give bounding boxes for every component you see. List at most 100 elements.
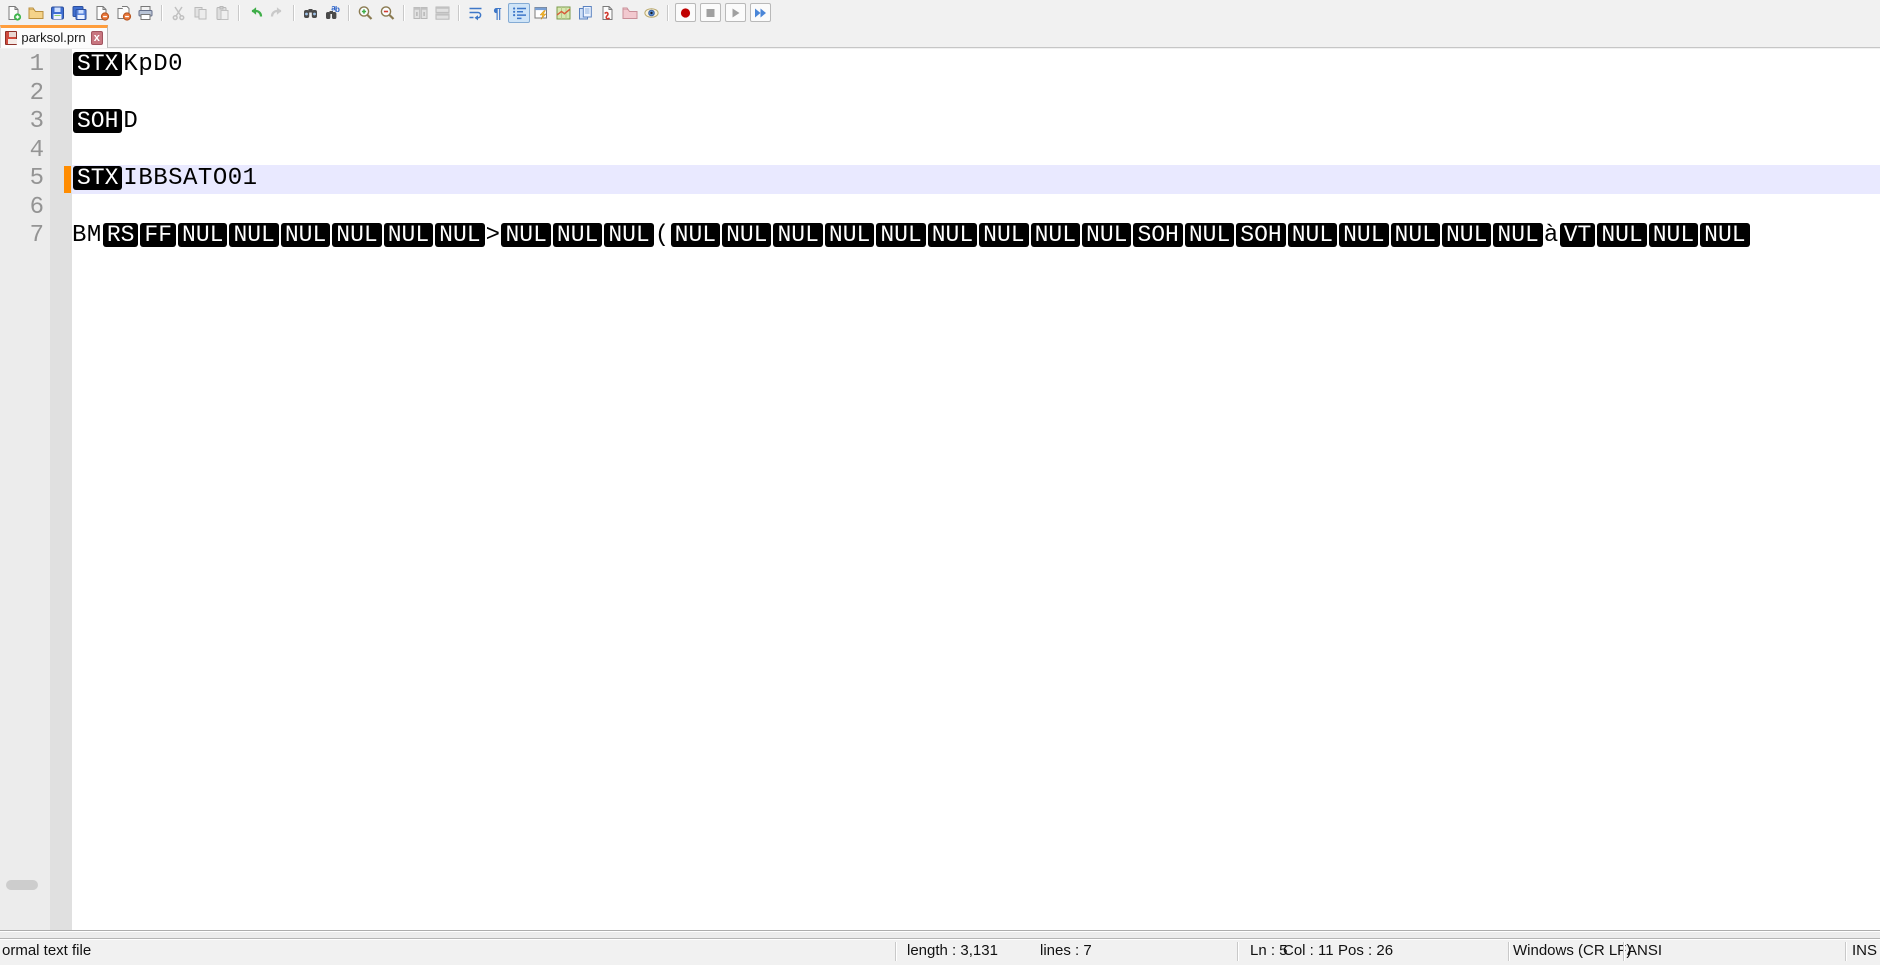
- toolbar-button-sync-horizontal[interactable]: [431, 3, 453, 23]
- control-char-nul: NUL: [604, 223, 653, 247]
- text-run: KpD0: [123, 51, 183, 78]
- toolbar-button-macro-run-multiple[interactable]: [750, 3, 771, 22]
- toolbar-button-close-all[interactable]: [112, 3, 134, 23]
- toolbar-button-monitoring[interactable]: [640, 3, 662, 23]
- toolbar-button-copy[interactable]: [189, 3, 211, 23]
- editor-line-4[interactable]: 4: [0, 137, 1880, 166]
- control-char-nul: NUL: [876, 223, 925, 247]
- editor-line-1[interactable]: 1 STXKpD0: [0, 51, 1880, 80]
- line-number: 6: [0, 194, 44, 223]
- control-char-nul: NUL: [501, 223, 550, 247]
- status-length: length : 3,131: [907, 939, 998, 963]
- toolbar-button-redo[interactable]: [266, 3, 288, 23]
- control-char-stx: STX: [73, 166, 122, 190]
- toolbar-button-show-indent-guide[interactable]: [508, 3, 530, 23]
- status-typing-mode[interactable]: INS: [1852, 939, 1877, 963]
- toolbar-button-define-language[interactable]: [530, 3, 552, 23]
- toolbar-button-undo[interactable]: [244, 3, 266, 23]
- toolbar-button-zoom-out[interactable]: [376, 3, 398, 23]
- close-icon: [93, 5, 110, 21]
- control-char-nul: NUL: [979, 223, 1028, 247]
- control-char-nul: NUL: [1649, 223, 1698, 247]
- tab-parksol-prn[interactable]: parksol.prn x: [0, 25, 108, 48]
- toolbar-button-macro-record[interactable]: [675, 3, 696, 22]
- toolbar-button-open-file[interactable]: [24, 3, 46, 23]
- status-bar: ormal text file length : 3,131 lines : 7…: [0, 930, 1880, 965]
- editor-line-2[interactable]: 2: [0, 80, 1880, 109]
- control-char-nul: NUL: [229, 223, 278, 247]
- copy-icon: [192, 5, 209, 21]
- macro-run-multiple-icon: [752, 5, 769, 21]
- horizontal-scrollbar-thumb[interactable]: [6, 880, 38, 890]
- control-char-nul: NUL: [1082, 223, 1131, 247]
- control-char-nul: NUL: [1700, 223, 1749, 247]
- svg-text:¶: ¶: [493, 5, 501, 21]
- toolbar-button-new-file[interactable]: [2, 3, 24, 23]
- save-icon: [49, 5, 66, 21]
- toolbar-button-find[interactable]: [299, 3, 321, 23]
- save-all-icon: [71, 5, 88, 21]
- control-char-rs: RS: [103, 223, 139, 247]
- toolbar-button-close[interactable]: [90, 3, 112, 23]
- print-icon: [137, 5, 154, 21]
- macro-record-icon: [677, 5, 694, 21]
- toolbar-button-cut[interactable]: [167, 3, 189, 23]
- toolbar-button-save[interactable]: [46, 3, 68, 23]
- document-map-icon: [555, 5, 572, 21]
- toolbar-button-document-map[interactable]: [552, 3, 574, 23]
- status-encoding[interactable]: ANSI: [1627, 939, 1662, 963]
- editor-area[interactable]: 1STXKpD023SOHD45STXIBBSATO0167BMRSFFNULN…: [0, 49, 1880, 930]
- status-eol-format[interactable]: Windows (CR LF): [1513, 939, 1631, 963]
- line-text: STXKpD0: [72, 51, 183, 78]
- line-number: 1: [0, 51, 44, 80]
- control-char-nul: NUL: [1442, 223, 1491, 247]
- sync-horizontal-icon: [434, 5, 451, 21]
- toolbar-button-paste[interactable]: [211, 3, 233, 23]
- macro-playback-icon: [727, 5, 744, 21]
- line-number: 4: [0, 137, 44, 166]
- status-separator: [1508, 942, 1509, 961]
- text-run: IBBSATO01: [123, 165, 257, 192]
- control-char-nul: NUL: [1597, 223, 1646, 247]
- toolbar-button-word-wrap[interactable]: [464, 3, 486, 23]
- editor-line-7[interactable]: 7BMRSFFNULNULNULNULNULNUL>NULNULNUL(NULN…: [0, 222, 1880, 251]
- editor-line-3[interactable]: 3SOHD: [0, 108, 1880, 137]
- toolbar-button-save-all[interactable]: [68, 3, 90, 23]
- text-run: >: [486, 222, 501, 249]
- toolbar-button-macro-playback[interactable]: [725, 3, 746, 22]
- toolbar-button-replace[interactable]: ba: [321, 3, 343, 23]
- paste-icon: [214, 5, 231, 21]
- control-char-nul: NUL: [435, 223, 484, 247]
- toolbar-button-macro-stop[interactable]: [700, 3, 721, 22]
- toolbar-button-print[interactable]: [134, 3, 156, 23]
- tab-close-icon[interactable]: x: [91, 31, 103, 45]
- monitoring-icon: [643, 5, 660, 21]
- status-separator: [1845, 942, 1846, 961]
- control-char-soh: SOH: [73, 109, 122, 133]
- toolbar-button-show-all-characters[interactable]: ¶: [486, 3, 508, 23]
- open-file-icon: [27, 5, 44, 21]
- macro-stop-icon: [702, 5, 719, 21]
- toolbar-button-folder-as-workspace[interactable]: [618, 3, 640, 23]
- current-line-highlight: [72, 165, 1880, 194]
- control-char-nul: NUL: [1391, 223, 1440, 247]
- control-char-nul: NUL: [1031, 223, 1080, 247]
- toolbar-button-zoom-in[interactable]: [354, 3, 376, 23]
- editor-lines: 1STXKpD023SOHD45STXIBBSATO0167BMRSFFNULN…: [0, 49, 1880, 251]
- control-char-nul: NUL: [928, 223, 977, 247]
- status-lines: lines : 7: [1040, 939, 1092, 963]
- status-position: Pos : 26: [1338, 939, 1393, 963]
- editor-line-5[interactable]: 5STXIBBSATO01: [0, 165, 1880, 194]
- toolbar-separator: [293, 5, 294, 21]
- zoom-in-icon: [357, 5, 374, 21]
- control-char-nul: NUL: [825, 223, 874, 247]
- toolbar-button-sync-vertical[interactable]: [409, 3, 431, 23]
- toolbar-separator: [403, 5, 404, 21]
- folder-as-workspace-icon: [621, 5, 638, 21]
- editor-line-6[interactable]: 6: [0, 194, 1880, 223]
- toolbar-separator: [667, 5, 668, 21]
- toolbar-button-function-list[interactable]: [596, 3, 618, 23]
- control-char-stx: STX: [73, 52, 122, 76]
- toolbar-button-document-list[interactable]: [574, 3, 596, 23]
- control-char-vt: VT: [1560, 223, 1596, 247]
